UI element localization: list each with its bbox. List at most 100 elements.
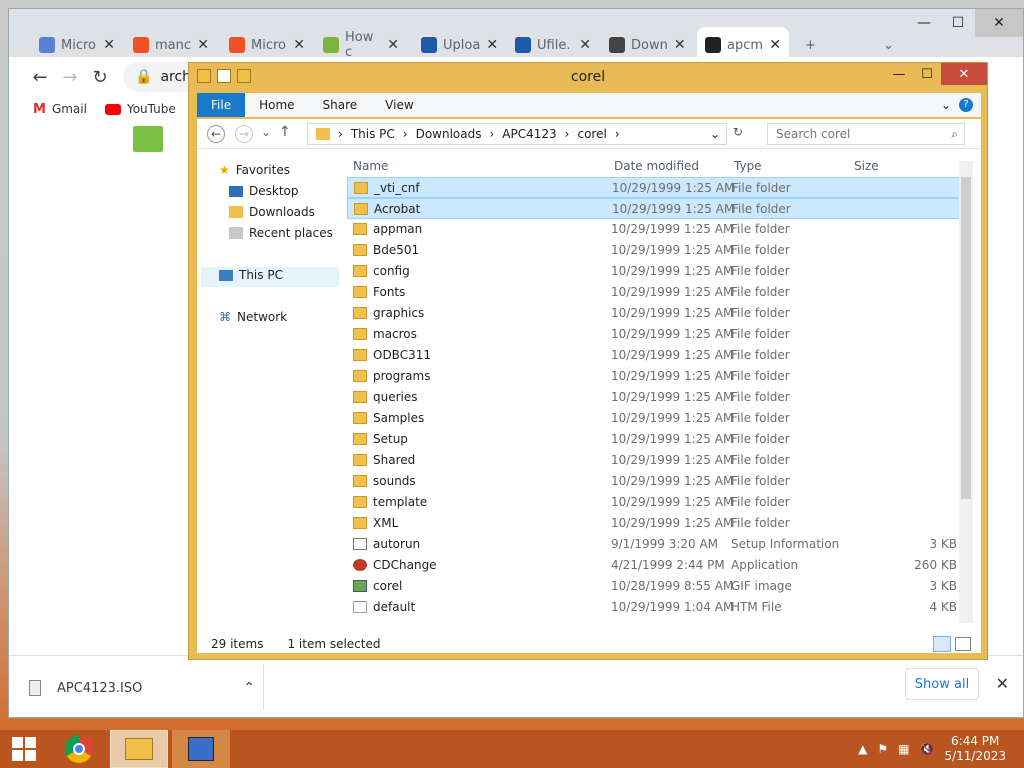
- breadcrumb-downloads[interactable]: Downloads: [416, 127, 482, 141]
- file-row[interactable]: Acrobat 10/29/1999 1:25 AM File folder: [347, 198, 961, 219]
- close-tab-icon[interactable]: ✕: [769, 37, 781, 53]
- close-icon[interactable]: ✕: [975, 9, 1023, 37]
- minimize-icon[interactable]: —: [907, 9, 941, 37]
- file-type: File folder: [731, 285, 790, 299]
- search-input[interactable]: Search corel ⌕: [767, 123, 965, 145]
- forward-icon[interactable]: →: [235, 125, 253, 143]
- maximize-icon[interactable]: ☐: [913, 63, 941, 85]
- address-dropdown-icon[interactable]: ⌄: [710, 127, 726, 141]
- file-row[interactable]: autorun 9/1/1999 3:20 AM Setup Information…: [347, 534, 961, 555]
- htm-file-icon: [353, 601, 367, 613]
- bookmark-youtube[interactable]: YouTube: [104, 102, 176, 116]
- file-row[interactable]: Fonts 10/29/1999 1:25 AM File folder: [347, 282, 961, 303]
- bookmark-gmail[interactable]: M Gmail: [33, 102, 87, 117]
- file-type: File folder: [731, 411, 790, 425]
- tab-view[interactable]: View: [371, 93, 427, 117]
- nav-this-pc[interactable]: This PC: [219, 268, 283, 282]
- forward-icon[interactable]: →: [55, 67, 85, 88]
- vertical-scrollbar[interactable]: [959, 161, 973, 623]
- file-row[interactable]: CDChange 4/21/1999 2:44 PM Application 260 …: [347, 555, 961, 576]
- back-icon[interactable]: ←: [25, 67, 55, 88]
- file-row[interactable]: sounds 10/29/1999 1:25 AM File folder: [347, 471, 961, 492]
- nav-downloads[interactable]: Downloads: [229, 205, 315, 219]
- file-type: File folder: [731, 495, 790, 509]
- file-date: 10/29/1999 1:25 AM: [611, 453, 734, 467]
- file-explorer-icon: [125, 738, 153, 760]
- large-icons-view-icon[interactable]: [955, 637, 971, 651]
- chevron-up-icon[interactable]: ⌃: [243, 680, 255, 696]
- network-tray-icon[interactable]: ▦: [898, 742, 909, 756]
- start-button[interactable]: [0, 730, 48, 768]
- volume-muted-icon[interactable]: 🔇: [920, 742, 935, 756]
- file-row[interactable]: XML 10/29/1999 1:25 AM File folder: [347, 513, 961, 534]
- recent-locations-icon[interactable]: ⌄: [261, 125, 271, 139]
- nav-favorites[interactable]: ★ Favorites: [219, 163, 290, 177]
- close-tab-icon[interactable]: ✕: [103, 37, 115, 53]
- expand-ribbon-icon[interactable]: ⌄: [941, 98, 951, 112]
- column-type[interactable]: Type: [734, 159, 762, 173]
- show-all-button[interactable]: Show all: [905, 668, 979, 700]
- file-row[interactable]: ODBC311 10/29/1999 1:25 AM File folder: [347, 345, 961, 366]
- breadcrumb-corel[interactable]: corel: [577, 127, 606, 141]
- close-tab-icon[interactable]: ✕: [674, 37, 686, 53]
- column-date-modified[interactable]: Date modified: [614, 159, 699, 173]
- file-name: Shared: [373, 453, 416, 467]
- tab-home[interactable]: Home: [245, 93, 308, 117]
- file-type: File folder: [731, 516, 790, 530]
- file-row[interactable]: config 10/29/1999 1:25 AM File folder: [347, 261, 961, 282]
- people-icon: [39, 37, 55, 53]
- file-row[interactable]: corel 10/28/1999 8:55 AM GIF image 3 KB: [347, 576, 961, 597]
- file-row[interactable]: queries 10/29/1999 1:25 AM File folder: [347, 387, 961, 408]
- taskbar-chrome[interactable]: [48, 730, 110, 768]
- floppy-save-icon[interactable]: [133, 126, 163, 152]
- close-tab-icon[interactable]: ✕: [387, 37, 399, 53]
- column-size[interactable]: Size: [854, 159, 879, 173]
- tab-file[interactable]: File: [197, 93, 246, 117]
- file-row[interactable]: default 10/29/1999 1:04 AM HTM File 4 KB: [347, 597, 961, 618]
- address-bar[interactable]: › This PC › Downloads › APC4123 › corel …: [307, 123, 727, 145]
- file-row[interactable]: appman 10/29/1999 1:25 AM File folder: [347, 219, 961, 240]
- taskbar-file-explorer[interactable]: [110, 730, 168, 768]
- up-icon[interactable]: ↑: [279, 124, 291, 140]
- refresh-icon[interactable]: ↻: [733, 125, 743, 139]
- minimize-icon[interactable]: —: [885, 63, 913, 85]
- close-tab-icon[interactable]: ✕: [197, 37, 209, 53]
- taskbar-app[interactable]: [172, 730, 230, 768]
- file-row[interactable]: macros 10/29/1999 1:25 AM File folder: [347, 324, 961, 345]
- browser-window-controls: — ☐ ✕: [907, 9, 1023, 37]
- file-row[interactable]: Samples 10/29/1999 1:25 AM File folder: [347, 408, 961, 429]
- close-downloads-icon[interactable]: ✕: [996, 674, 1009, 693]
- flag-icon[interactable]: ⚑: [877, 742, 888, 756]
- file-row[interactable]: template 10/29/1999 1:25 AM File folder: [347, 492, 961, 513]
- close-tab-icon[interactable]: ✕: [293, 37, 305, 53]
- file-row[interactable]: programs 10/29/1999 1:25 AM File folder: [347, 366, 961, 387]
- tab-share[interactable]: Share: [309, 93, 372, 117]
- file-row[interactable]: _vti_cnf 10/29/1999 1:25 AM File folder: [347, 177, 961, 198]
- clock[interactable]: 6:44 PM 5/11/2023: [944, 734, 1006, 764]
- chrome-icon: [65, 735, 93, 763]
- file-row[interactable]: Setup 10/29/1999 1:25 AM File folder: [347, 429, 961, 450]
- close-icon[interactable]: ✕: [941, 63, 987, 85]
- breadcrumb-sep: ›: [338, 127, 343, 141]
- nav-recent-places[interactable]: Recent places: [229, 226, 333, 240]
- back-icon[interactable]: ←: [207, 125, 225, 143]
- close-tab-icon[interactable]: ✕: [486, 37, 498, 53]
- downloads-bar: APC4123.ISO ⌃ Show all ✕: [9, 655, 1023, 717]
- file-row[interactable]: graphics 10/29/1999 1:25 AM File folder: [347, 303, 961, 324]
- breadcrumb-this-pc[interactable]: This PC: [351, 127, 395, 141]
- close-tab-icon[interactable]: ✕: [579, 37, 591, 53]
- nav-network[interactable]: ⌘ Network: [219, 310, 287, 324]
- nav-desktop[interactable]: Desktop: [229, 184, 299, 198]
- details-view-icon[interactable]: [933, 636, 951, 652]
- file-row[interactable]: Bde501 10/29/1999 1:25 AM File folder: [347, 240, 961, 261]
- breadcrumb-apc4123[interactable]: APC4123: [502, 127, 556, 141]
- maximize-icon[interactable]: ☐: [941, 9, 975, 37]
- download-item[interactable]: APC4123.ISO ⌃: [29, 670, 255, 706]
- file-row[interactable]: Shared 10/29/1999 1:25 AM File folder: [347, 450, 961, 471]
- file-name: graphics: [373, 306, 425, 320]
- reload-icon[interactable]: ↻: [85, 67, 115, 88]
- column-name[interactable]: Name: [353, 159, 388, 173]
- scrollbar-thumb[interactable]: [961, 177, 971, 499]
- help-icon[interactable]: ?: [959, 98, 973, 112]
- show-hidden-icons-icon[interactable]: ▲: [858, 742, 867, 756]
